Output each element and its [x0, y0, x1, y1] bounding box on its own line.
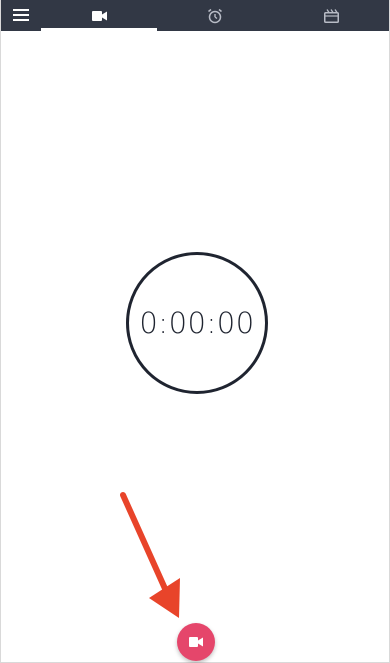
record-button[interactable]	[177, 623, 215, 661]
video-camera-icon	[91, 10, 107, 21]
timer-circle: 0:00:00	[126, 252, 268, 394]
hamburger-menu-icon	[13, 9, 29, 21]
app-screen: 0:00:00	[0, 0, 390, 663]
tab-timelapse[interactable]	[273, 0, 389, 31]
video-camera-icon	[189, 637, 203, 647]
tab-video[interactable]	[41, 0, 157, 31]
tab-alarm[interactable]	[157, 0, 273, 31]
alarm-clock-icon	[208, 8, 222, 23]
timer-display: 0:00:00	[139, 306, 255, 340]
timelapse-icon	[323, 8, 339, 23]
top-app-bar	[1, 0, 389, 31]
menu-button[interactable]	[10, 4, 32, 26]
active-tab-indicator	[41, 28, 157, 31]
